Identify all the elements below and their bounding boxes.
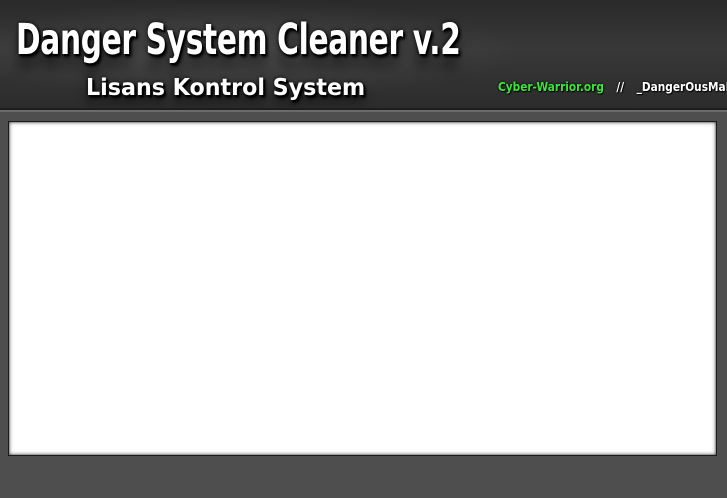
app-title: Danger System Cleaner v.2	[16, 15, 461, 65]
header-divider-highlight	[0, 110, 727, 112]
credit-author: _DangerOusMaN_	[636, 80, 727, 94]
credits-line: Cyber-Warrior.org // _DangerOusMaN_	[498, 79, 727, 95]
credit-separator: //	[616, 80, 625, 94]
app-subtitle: Lisans Kontrol System	[86, 75, 366, 101]
header-banner: Danger System Cleaner v.2 Lisans Kontrol…	[0, 0, 727, 108]
credit-site-link[interactable]: Cyber-Warrior.org	[498, 80, 604, 94]
content-panel	[8, 121, 717, 456]
